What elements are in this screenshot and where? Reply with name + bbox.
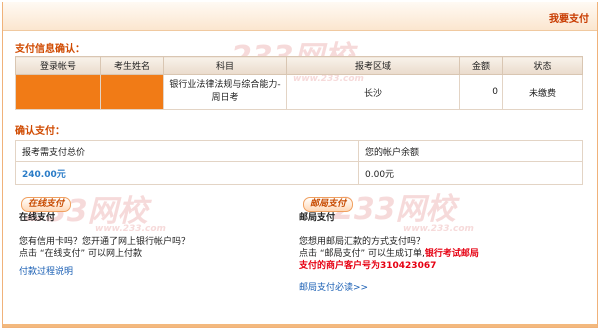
subject-cell: 银行业法律法规与综合能力-周日考: [163, 74, 287, 110]
watermark-url: www.233.com: [403, 224, 474, 234]
col-amount: 金额: [459, 56, 503, 75]
bottom-border: [3, 324, 597, 327]
total-value: 240.00元: [15, 161, 359, 185]
payment-info-table: 登录帐号 考生姓名 科目 报考区域 金额 状态 银行业法律法规与综合能力-周日考…: [15, 56, 583, 110]
table-row: 银行业法律法规与综合能力-周日考 长沙 0 未缴费: [15, 74, 583, 110]
panel-header: 我要支付: [3, 2, 597, 31]
post-pay-line2a: 点击 “邮局支付” 可以生成订单,: [299, 249, 425, 259]
post-pay-heading: 邮局支付: [299, 213, 336, 223]
balance-value: 0.00元: [358, 161, 583, 185]
panel-title: 我要支付: [549, 14, 589, 25]
col-region: 报考区域: [286, 56, 460, 75]
post-pay-button[interactable]: 邮局支付: [303, 197, 354, 212]
post-pay-line2: 点击 “邮局支付” 可以生成订单,银行考试邮局: [299, 248, 589, 260]
col-status: 状态: [502, 56, 583, 75]
col-subject: 科目: [163, 56, 287, 75]
post-pay-merchant-id: 支付的商户客户号为310423067: [299, 261, 437, 271]
post-pay-desc: 您想用邮局汇款的方式支付吗？ 点击 “邮局支付” 可以生成订单,银行考试邮局 支…: [299, 236, 589, 272]
online-pay-desc: 您有信用卡吗？您开通了网上银行帐户吗？ 点击 “在线支付” 可以网上付款: [19, 236, 190, 260]
watermark-url: www.233.com: [95, 224, 166, 234]
col-account: 登录帐号: [15, 56, 101, 75]
online-pay-line2: 点击 “在线支付” 可以网上付款: [19, 249, 143, 259]
online-pay-heading: 在线支付: [19, 213, 56, 223]
amount-cell: 0: [459, 74, 503, 110]
region-cell: 长沙: [286, 74, 460, 110]
balance-label: 您的帐户余额: [358, 140, 583, 162]
confirm-table: 报考需支付总价 您的帐户余额 240.00元 0.00元: [15, 140, 583, 185]
table-header-row: 登录帐号 考生姓名 科目 报考区域 金额 状态: [15, 56, 583, 75]
status-cell: 未缴费: [502, 74, 583, 110]
post-pay-line1: 您想用邮局汇款的方式支付吗？: [299, 237, 426, 247]
payment-info-title: 支付信息确认：: [15, 44, 85, 55]
post-pay-guide-wrap: 邮局支付必读>>: [299, 282, 368, 294]
post-pay-merchant-note: 银行考试邮局: [424, 249, 479, 259]
account-cell: [15, 74, 101, 110]
payment-process-link[interactable]: 付款过程说明: [19, 267, 73, 277]
confirm-title: 确认支付：: [15, 126, 65, 137]
online-pay-line1: 您有信用卡吗？您开通了网上银行帐户吗？: [19, 237, 191, 247]
name-cell: [100, 74, 164, 110]
total-label: 报考需支付总价: [15, 140, 359, 162]
post-pay-guide-link[interactable]: 邮局支付必读>>: [299, 283, 368, 293]
payment-panel: 我要支付 233网校 www.233.com 233网校 www.233.com…: [2, 2, 598, 328]
col-name: 考生姓名: [100, 56, 164, 75]
payment-process-link-wrap: 付款过程说明: [19, 266, 73, 278]
online-pay-button[interactable]: 在线支付: [21, 197, 72, 212]
